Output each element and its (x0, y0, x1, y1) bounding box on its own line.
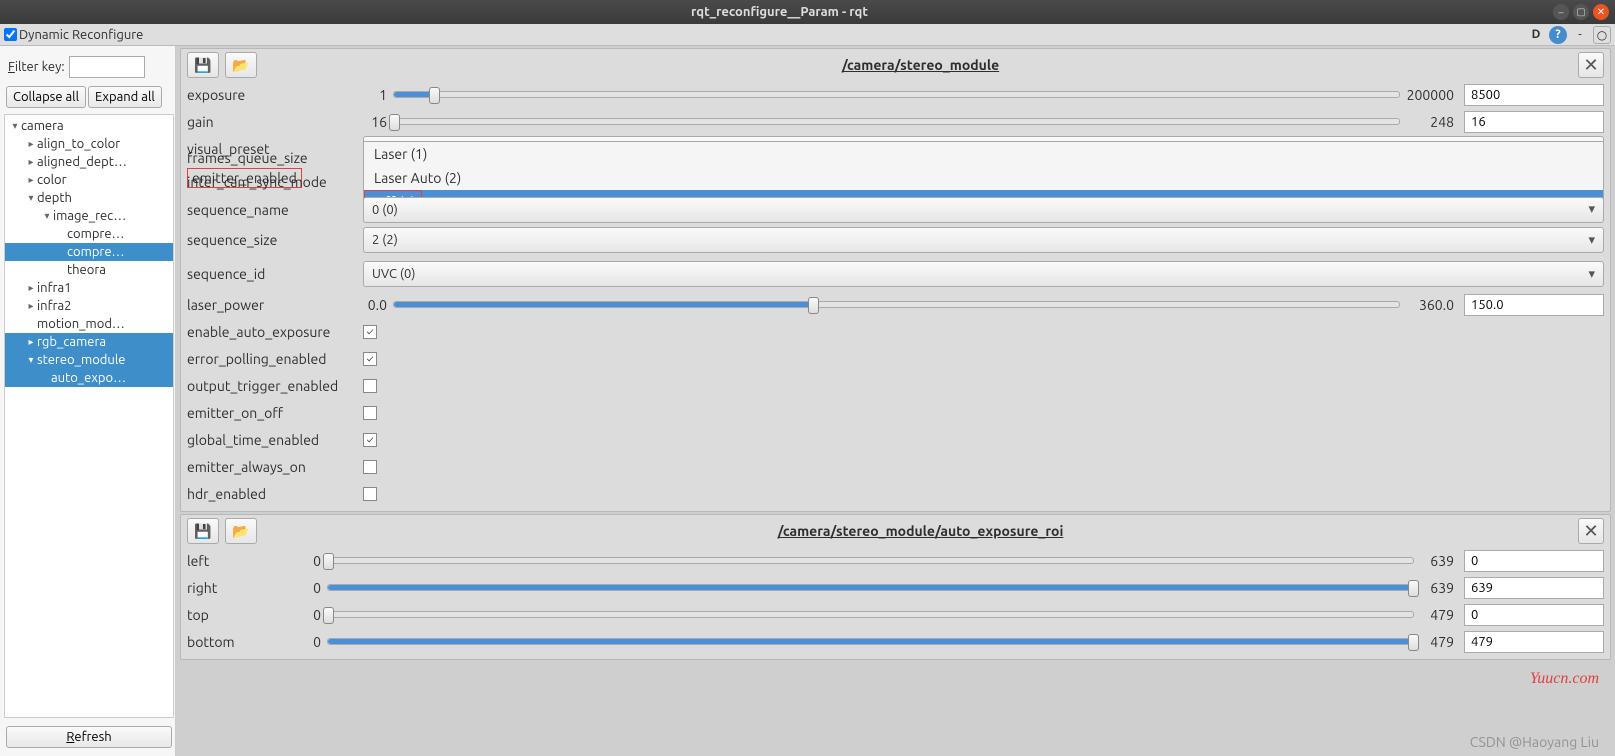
right-slider[interactable] (327, 584, 1414, 591)
panel1-title: /camera/stereo_module (263, 57, 1578, 73)
row-hdr-enabled: hdr_enabled (181, 480, 1610, 507)
tree-node-aligned-depth[interactable]: ▸aligned_dept… (5, 153, 173, 171)
tree-node-infra2[interactable]: ▸infra2 (5, 297, 173, 315)
top-slider[interactable] (327, 611, 1414, 618)
filter-label: Filter key: (8, 60, 65, 74)
tree-node-motion-mod[interactable]: motion_mod… (5, 315, 173, 333)
dd-opt-laser-auto[interactable]: Laser Auto (2) (364, 166, 1603, 190)
row-exposure: exposure 1 200000 (181, 81, 1610, 108)
refresh-button[interactable]: Refresh (6, 726, 172, 748)
row-output-trigger: output_trigger_enabled (181, 372, 1610, 399)
laser-power-input[interactable] (1464, 294, 1604, 316)
row-global-time: global_time_enabled ✓ (181, 426, 1610, 453)
bottom-input[interactable] (1464, 631, 1604, 653)
emitter-always-checkbox[interactable] (363, 460, 377, 474)
sequence-name-label: sequence_name (187, 202, 363, 218)
tree-node-infra1[interactable]: ▸infra1 (5, 279, 173, 297)
top-input[interactable] (1464, 604, 1604, 626)
tree-node-camera[interactable]: ▾camera (5, 117, 173, 135)
gain-slider[interactable] (393, 118, 1400, 125)
filter-input[interactable] (69, 56, 145, 78)
right-input[interactable] (1464, 577, 1604, 599)
row-enable-auto-exposure: enable_auto_exposure ✓ (181, 318, 1610, 345)
panel2-close-button[interactable]: ✕ (1578, 518, 1604, 544)
hdr-enabled-checkbox[interactable] (363, 487, 377, 501)
left-slider[interactable] (327, 557, 1414, 564)
row-emitter-enabled: emitter_enabled Laser (1) Laser Auto (2)… (181, 162, 1610, 193)
tree-node-auto-expo[interactable]: auto_expo… (5, 369, 173, 387)
collapse-all-button[interactable]: Collapse all (6, 86, 86, 108)
bottom-slider[interactable] (327, 638, 1414, 645)
toolbar-minus-button[interactable]: - (1571, 26, 1589, 44)
left-input[interactable] (1464, 550, 1604, 572)
row-sequence-size: sequence_size 2 (2) (181, 223, 1610, 257)
row-laser-power: laser_power 0.0 360.0 (181, 291, 1610, 318)
dd-opt-laser[interactable]: Laser (1) (364, 142, 1603, 166)
global-time-checkbox[interactable]: ✓ (363, 433, 377, 447)
panel-auto-exposure-roi: 💾 📂 /camera/stereo_module/auto_exposure_… (180, 514, 1611, 660)
window-titlebar: rqt_reconfigure__Param - rqt – ▢ ✕ (0, 0, 1615, 24)
sequence-id-select[interactable]: UVC (0) (363, 261, 1604, 287)
app-toolbar: Dynamic Reconfigure D ? - ○ (0, 24, 1615, 46)
tree-node-image-rec[interactable]: ▾image_rec… (5, 207, 173, 225)
row-sequence-id: sequence_id UVC (0) (181, 257, 1610, 291)
gain-label: gain (187, 114, 363, 130)
tree-node-rgb-camera[interactable]: ▸rgb_camera (5, 333, 173, 351)
tree-node-stereo-module[interactable]: ▾stereo_module (5, 351, 173, 369)
row-sequence-name: sequence_name 0 (0) (181, 196, 1610, 223)
tree-node-align-to-color[interactable]: ▸align_to_color (5, 135, 173, 153)
expand-all-button[interactable]: Expand all (88, 86, 162, 108)
tree-node-theora[interactable]: theora (5, 261, 173, 279)
d-icon[interactable]: D (1527, 26, 1545, 44)
row-emitter-on-off: emitter_on_off (181, 399, 1610, 426)
dynamic-reconfigure-checkbox[interactable] (4, 28, 17, 41)
visual-preset-label: visual_preset (187, 141, 363, 157)
row-right: right 0 639 (181, 574, 1610, 601)
save-icon-2[interactable]: 💾 (187, 518, 219, 544)
emitter-enabled-label: emitter_enabled (187, 168, 302, 188)
dynamic-reconfigure-label: Dynamic Reconfigure (19, 28, 143, 42)
tree-node-depth[interactable]: ▾depth (5, 189, 173, 207)
sidebar: Filter key: Collapse all Expand all ▾cam… (0, 46, 176, 756)
panel2-title: /camera/stereo_module/auto_exposure_roi (263, 523, 1578, 539)
window-minimize-button[interactable]: – (1553, 4, 1569, 20)
row-error-polling: error_polling_enabled ✓ (181, 345, 1610, 372)
toolbar-close-button[interactable]: ○ (1593, 26, 1611, 44)
window-maximize-button[interactable]: ▢ (1573, 4, 1589, 20)
laser-power-slider[interactable] (393, 301, 1400, 308)
emitter-on-off-checkbox[interactable] (363, 406, 377, 420)
error-polling-checkbox[interactable]: ✓ (363, 352, 377, 366)
open-icon-2[interactable]: 📂 (225, 518, 257, 544)
node-tree[interactable]: ▾camera ▸align_to_color ▸aligned_dept… ▸… (4, 114, 174, 718)
tree-node-compre-2[interactable]: compre… (5, 243, 173, 261)
panel-stereo-module: 💾 📂 /camera/stereo_module ✕ exposure 1 2… (180, 48, 1611, 512)
window-title: rqt_reconfigure__Param - rqt (6, 5, 1553, 19)
tree-node-color[interactable]: ▸color (5, 171, 173, 189)
exposure-slider[interactable] (393, 91, 1400, 98)
laser-power-label: laser_power (187, 297, 363, 313)
row-gain: gain 16 248 (181, 108, 1610, 135)
gain-input[interactable] (1464, 111, 1604, 133)
sequence-size-label: sequence_size (187, 232, 363, 248)
tree-node-compre-1[interactable]: compre… (5, 225, 173, 243)
sequence-name-select[interactable]: 0 (0) (363, 197, 1604, 223)
window-close-button[interactable]: ✕ (1593, 4, 1609, 20)
save-icon[interactable]: 💾 (187, 52, 219, 78)
enable-auto-exposure-checkbox[interactable]: ✓ (363, 325, 377, 339)
exposure-label: exposure (187, 87, 363, 103)
exposure-input[interactable] (1464, 84, 1604, 106)
panel1-close-button[interactable]: ✕ (1578, 52, 1604, 78)
row-emitter-always: emitter_always_on (181, 453, 1610, 480)
sequence-size-select[interactable]: 2 (2) (363, 227, 1604, 253)
sequence-id-label: sequence_id (187, 266, 363, 282)
content-area: 💾 📂 /camera/stereo_module ✕ exposure 1 2… (176, 46, 1615, 756)
row-bottom: bottom 0 479 (181, 628, 1610, 655)
open-icon[interactable]: 📂 (225, 52, 257, 78)
row-left: left 0 639 (181, 547, 1610, 574)
help-icon[interactable]: ? (1549, 26, 1567, 44)
row-top: top 0 479 (181, 601, 1610, 628)
output-trigger-checkbox[interactable] (363, 379, 377, 393)
